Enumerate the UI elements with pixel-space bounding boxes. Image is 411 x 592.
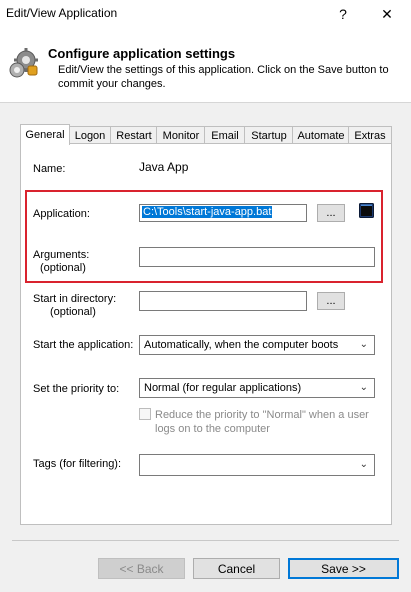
priority-label: Set the priority to: xyxy=(33,383,120,395)
priority-select[interactable]: Normal (for regular applications) ⌄ xyxy=(139,378,375,398)
console-icon[interactable] xyxy=(359,203,374,218)
start-directory-label: Start in directory: xyxy=(33,293,117,305)
help-button[interactable]: ? xyxy=(326,0,360,28)
start-application-label: Start the application: xyxy=(33,339,134,351)
gears-icon xyxy=(9,48,38,78)
footer-divider xyxy=(12,540,399,541)
back-button[interactable]: << Back xyxy=(98,558,185,579)
header-panel: Configure application settings Edit/View… xyxy=(0,28,411,103)
name-value: Java App xyxy=(139,160,189,174)
start-application-value: Automatically, when the computer boots xyxy=(144,339,339,351)
header-title: Configure application settings xyxy=(48,46,236,61)
chevron-down-icon: ⌄ xyxy=(359,382,368,393)
arguments-input[interactable] xyxy=(139,247,375,267)
title-bar: Edit/View Application ? ✕ xyxy=(0,0,411,28)
chevron-down-icon: ⌄ xyxy=(359,459,368,470)
application-input[interactable]: C:\Tools\start-java-app.bat xyxy=(139,204,307,222)
tags-combobox[interactable]: ⌄ xyxy=(139,454,375,476)
chevron-down-icon: ⌄ xyxy=(359,339,368,350)
reduce-priority-label: Reduce the priority to "Normal" when a u… xyxy=(155,409,369,435)
application-browse-button[interactable]: ... xyxy=(317,204,345,222)
application-label: Application: xyxy=(33,208,90,220)
start-application-select[interactable]: Automatically, when the computer boots ⌄ xyxy=(139,335,375,355)
reduce-priority-checkbox[interactable] xyxy=(139,408,151,420)
name-label: Name: xyxy=(33,163,66,175)
arguments-label: Arguments: xyxy=(33,249,90,261)
start-directory-input[interactable] xyxy=(139,291,307,311)
tab-general[interactable]: General xyxy=(20,124,70,145)
window-title: Edit/View Application xyxy=(6,6,118,20)
close-button[interactable]: ✕ xyxy=(370,0,404,28)
tags-label: Tags (for filtering): xyxy=(33,458,122,470)
start-directory-browse-button[interactable]: ... xyxy=(317,292,345,310)
arguments-optional-label: (optional) xyxy=(40,262,86,274)
save-button[interactable]: Save >> xyxy=(288,558,399,579)
cancel-button[interactable]: Cancel xyxy=(193,558,280,579)
priority-value: Normal (for regular applications) xyxy=(144,382,302,394)
application-input-value: C:\Tools\start-java-app.bat xyxy=(142,206,273,218)
start-directory-optional-label: (optional) xyxy=(50,306,96,318)
header-description: Edit/View the settings of this applicati… xyxy=(58,64,389,90)
